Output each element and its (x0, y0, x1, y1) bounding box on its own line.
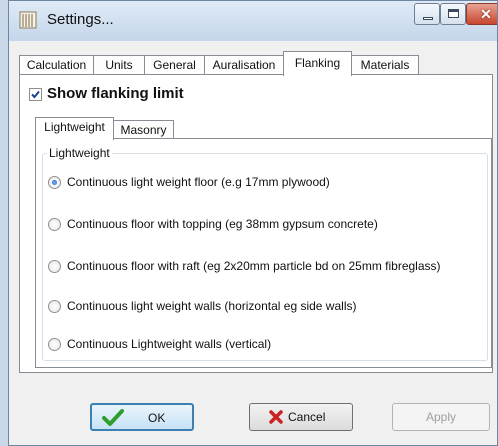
option-label[interactable]: Continuous Lightweight walls (vertical) (67, 337, 271, 351)
tab-general[interactable]: General (144, 55, 205, 75)
radio-button[interactable] (48, 338, 61, 351)
lightweight-panel: Lightweight Continuous light weight floo… (35, 138, 492, 368)
close-icon: ✕ (480, 6, 492, 22)
tab-calculation[interactable]: Calculation (19, 55, 94, 75)
minimize-button[interactable] (414, 3, 440, 25)
minimize-icon (423, 17, 433, 20)
dialog-client: Calculation Units General Auralisation F… (9, 41, 497, 445)
radio-button[interactable] (48, 260, 61, 273)
check-mark-icon (31, 90, 40, 99)
show-flanking-limit-checkbox[interactable] (29, 88, 42, 101)
show-flanking-limit-label[interactable]: Show flanking limit (47, 85, 184, 102)
close-button[interactable]: ✕ (466, 3, 497, 25)
option-label[interactable]: Continuous floor with topping (eg 38mm g… (67, 217, 378, 231)
group-label: Lightweight (47, 146, 112, 160)
subtab-masonry[interactable]: Masonry (113, 120, 174, 139)
apply-label: Apply (426, 410, 457, 424)
title-bar[interactable]: Settings... ✕ (9, 1, 497, 41)
ok-button[interactable]: OK (90, 403, 194, 431)
checkmark-icon (102, 409, 124, 426)
settings-window: Settings... ✕ Calculation Units General … (8, 0, 498, 446)
x-icon (269, 410, 283, 424)
cancel-label: Cancel (288, 410, 326, 424)
radio-button[interactable] (48, 300, 61, 313)
ok-label: OK (148, 411, 166, 425)
lightweight-group: Lightweight Continuous light weight floo… (42, 146, 488, 361)
option-label[interactable]: Continuous light weight walls (horizonta… (67, 299, 356, 313)
tab-materials[interactable]: Materials (351, 55, 419, 75)
cancel-button[interactable]: Cancel (249, 403, 353, 431)
tab-auralisation[interactable]: Auralisation (204, 55, 284, 75)
app-icon (19, 11, 37, 29)
window-title: Settings... (47, 11, 114, 28)
maximize-icon (448, 9, 459, 18)
option-label[interactable]: Continuous light weight floor (e.g 17mm … (67, 175, 330, 189)
radio-button[interactable] (48, 218, 61, 231)
maximize-button[interactable] (440, 3, 466, 25)
apply-button[interactable]: Apply (392, 403, 490, 431)
tab-units[interactable]: Units (93, 55, 145, 75)
subtab-lightweight[interactable]: Lightweight (35, 117, 114, 140)
tab-flanking[interactable]: Flanking (283, 51, 352, 76)
option-label[interactable]: Continuous floor with raft (eg 2x20mm pa… (67, 259, 441, 273)
radio-button-selected[interactable] (48, 176, 61, 189)
flanking-panel: Show flanking limit Lightweight Masonry … (19, 74, 493, 373)
